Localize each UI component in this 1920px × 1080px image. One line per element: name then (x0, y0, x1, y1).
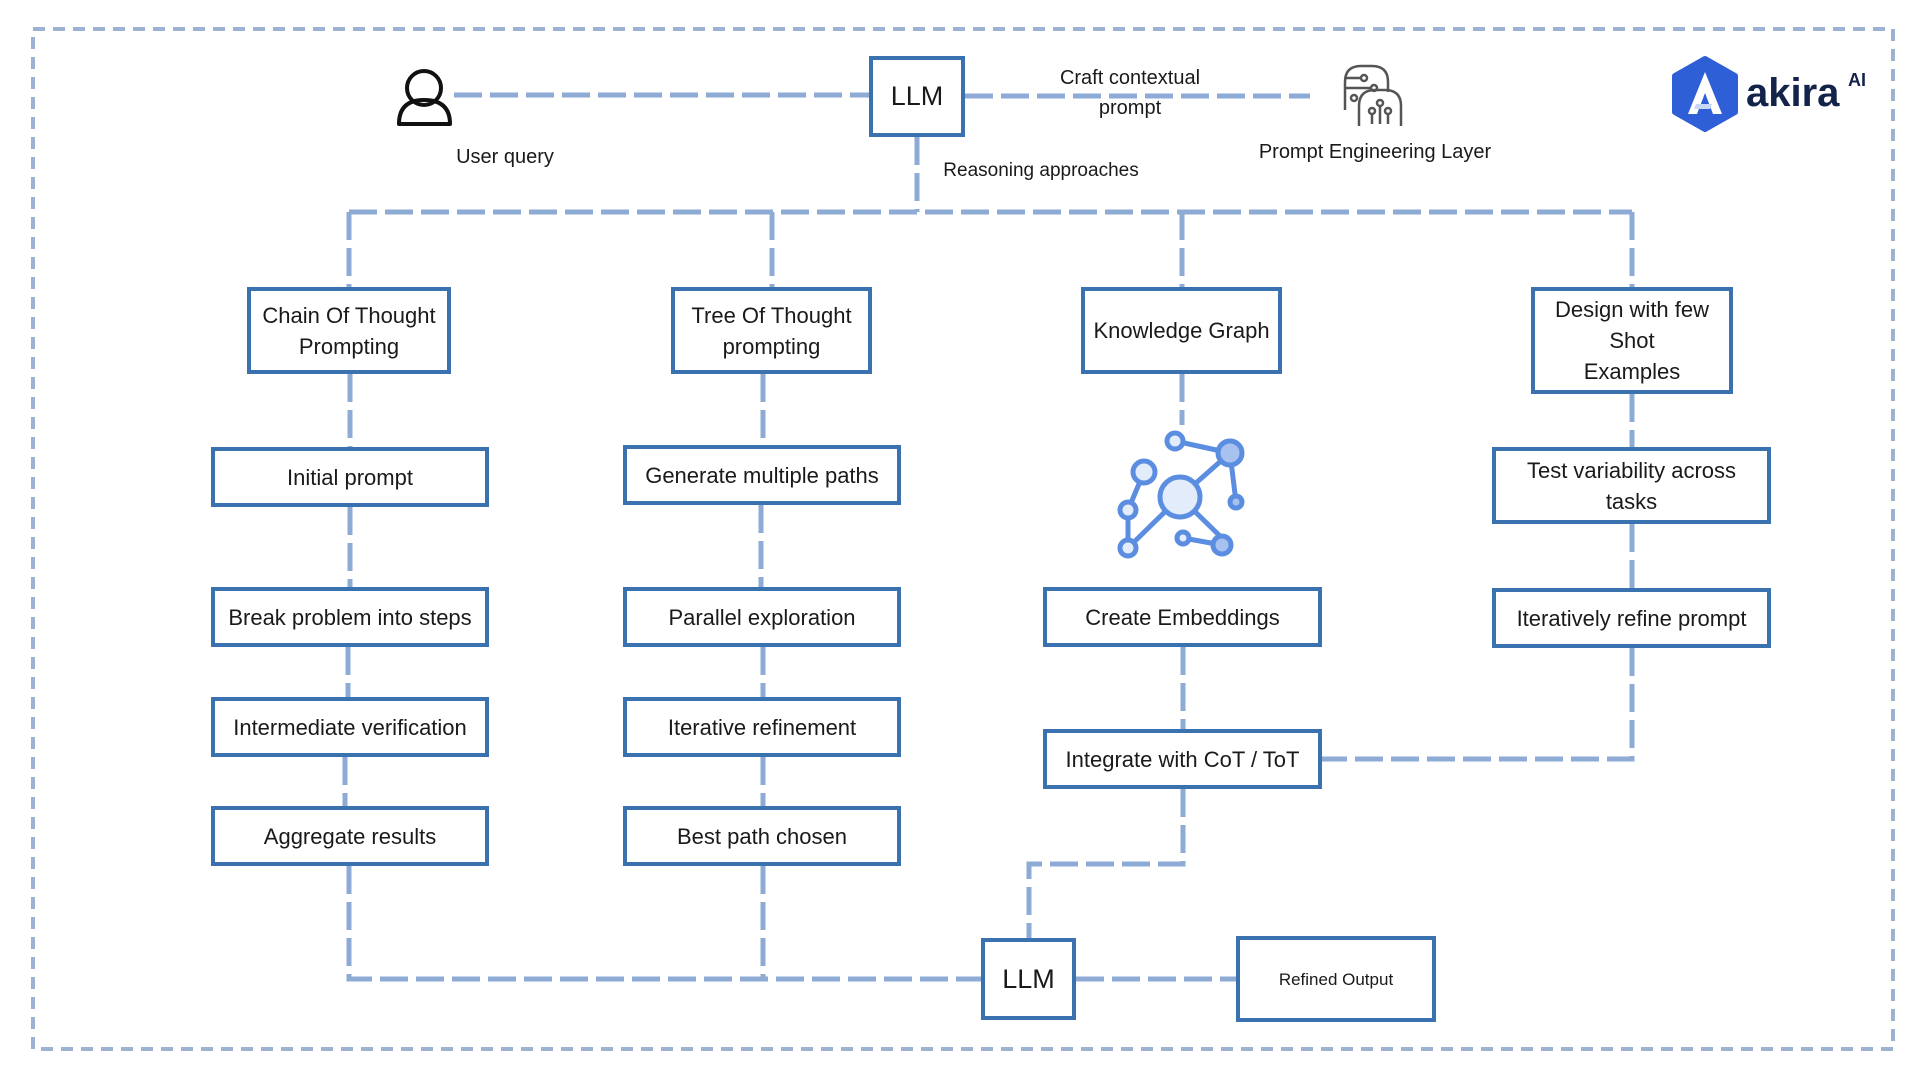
bottom-llm-node[interactable]: LLM (981, 938, 1076, 1020)
akira-logo-text: akira (1746, 71, 1840, 115)
tree-of-thought-node[interactable]: Tree Of Thought prompting (671, 287, 872, 374)
knowledge-graph-icon (1117, 430, 1245, 559)
knowledge-graph-node[interactable]: Knowledge Graph (1081, 287, 1282, 374)
refined-output-node[interactable]: Refined Output (1236, 936, 1436, 1022)
cot-step-break-problem[interactable]: Break problem into steps (211, 587, 489, 647)
cot-step-aggregate-results[interactable]: Aggregate results (211, 806, 489, 866)
connector-cot-llm (346, 866, 981, 982)
craft-contextual-prompt-label: Craft contextual prompt (1059, 67, 1201, 119)
tot-step-parallel-exploration[interactable]: Parallel exploration (623, 587, 901, 647)
top-llm-node[interactable]: LLM (869, 56, 965, 137)
tot-step-generate-paths[interactable]: Generate multiple paths (623, 445, 901, 505)
prompt-engineering-icon (1343, 64, 1403, 126)
fewshot-step-iteratively-refine[interactable]: Iteratively refine prompt (1492, 588, 1771, 648)
prompt-engineering-layer-label: Prompt Engineering Layer (1258, 141, 1492, 163)
akira-logo-suffix: AI (1848, 70, 1866, 90)
connector-fewshot-integrate (1322, 648, 1635, 762)
chain-of-thought-node[interactable]: Chain Of Thought Prompting (247, 287, 451, 374)
user-query-label: User query (456, 146, 554, 168)
fewshot-step-test-variability[interactable]: Test variability across tasks (1492, 447, 1771, 524)
akira-logo-icon (1672, 56, 1738, 132)
cot-step-intermediate-verification[interactable]: Intermediate verification (211, 697, 489, 757)
connector-integrate-llm (1026, 789, 1186, 938)
user-icon (397, 69, 452, 126)
cot-step-initial-prompt[interactable]: Initial prompt (211, 447, 489, 507)
kg-step-integrate[interactable]: Integrate with CoT / ToT (1043, 729, 1322, 789)
few-shot-node[interactable]: Design with few Shot Examples (1531, 287, 1733, 394)
reasoning-approaches-label: Reasoning approaches (943, 160, 1139, 181)
tot-step-best-path[interactable]: Best path chosen (623, 806, 901, 866)
kg-step-create-embeddings[interactable]: Create Embeddings (1043, 587, 1322, 647)
tot-step-iterative-refinement[interactable]: Iterative refinement (623, 697, 901, 757)
